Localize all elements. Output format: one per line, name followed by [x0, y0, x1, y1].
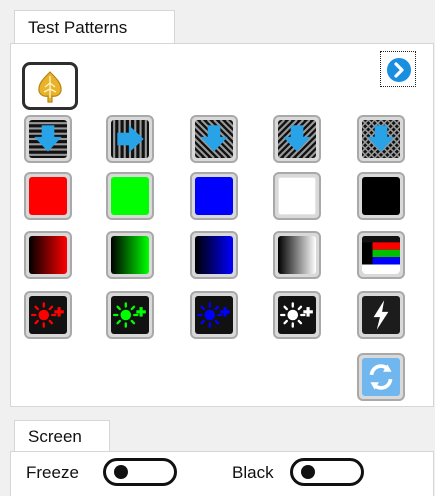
pattern-color-bars-button[interactable]	[357, 231, 405, 279]
pattern-horizontal-lines-down-button[interactable]	[24, 115, 72, 163]
pattern-gradient-blue-swatch	[195, 236, 233, 274]
pattern-brightness-blue-swatch	[195, 296, 233, 334]
pattern-solid-red-swatch	[29, 177, 67, 215]
pattern-gradient-gray-button[interactable]	[273, 231, 321, 279]
next-button[interactable]	[380, 51, 416, 87]
diagonal-lines-down-arrow-icon	[278, 120, 316, 158]
sun-plus-icon	[278, 296, 316, 334]
refresh-icon	[369, 364, 393, 390]
pattern-gradient-red-button[interactable]	[24, 231, 72, 279]
pattern-solid-white-swatch	[278, 177, 316, 215]
pattern-solid-blue-button[interactable]	[190, 172, 238, 220]
freeze-toggle[interactable]	[103, 458, 177, 486]
pattern-flash-button[interactable]	[357, 291, 405, 339]
pattern-crosshatch-button[interactable]	[357, 115, 405, 163]
pattern-brightness-blue-button[interactable]	[190, 291, 238, 339]
pattern-solid-white-button[interactable]	[273, 172, 321, 220]
pattern-gradient-green-button[interactable]	[106, 231, 154, 279]
chevron-right-circle-icon	[385, 56, 413, 84]
pattern-color-bars-swatch	[362, 236, 400, 274]
pattern-diagonal-lines-right-button[interactable]	[273, 115, 321, 163]
pattern-brightness-red-swatch	[29, 296, 67, 334]
refresh-tile-face	[362, 358, 400, 396]
pattern-crosshatch-swatch	[362, 120, 400, 158]
leaf-icon	[38, 71, 62, 103]
freeze-toggle-knob	[114, 465, 128, 479]
black-toggle[interactable]	[290, 458, 364, 486]
pattern-solid-black-button[interactable]	[357, 172, 405, 220]
horizontal-lines-down-arrow-icon	[29, 120, 67, 158]
pattern-diagonal-lines-left-swatch	[195, 120, 233, 158]
pattern-solid-green-swatch	[111, 177, 149, 215]
sun-plus-icon	[195, 296, 233, 334]
home-button[interactable]	[22, 62, 78, 110]
black-toggle-knob	[301, 465, 315, 479]
diagonal-lines-down-arrow-icon	[195, 120, 233, 158]
sun-plus-icon	[29, 296, 67, 334]
pattern-brightness-green-button[interactable]	[106, 291, 154, 339]
tab-test-patterns[interactable]: Test Patterns	[14, 10, 175, 44]
color-bars-icon	[362, 236, 400, 274]
pattern-brightness-green-swatch	[111, 296, 149, 334]
pattern-vertical-lines-right-swatch	[111, 120, 149, 158]
pattern-gradient-green-swatch	[111, 236, 149, 274]
pattern-solid-red-button[interactable]	[24, 172, 72, 220]
pattern-gradient-blue-button[interactable]	[190, 231, 238, 279]
pattern-brightness-white-button[interactable]	[273, 291, 321, 339]
sun-plus-icon	[111, 296, 149, 334]
pattern-horizontal-lines-down-swatch	[29, 120, 67, 158]
pattern-diagonal-lines-left-button[interactable]	[190, 115, 238, 163]
pattern-gradient-gray-swatch	[278, 236, 316, 274]
pattern-solid-black-swatch	[362, 177, 400, 215]
vertical-lines-right-arrow-icon	[111, 120, 149, 158]
pattern-flash-swatch	[362, 296, 400, 334]
pattern-gradient-red-swatch	[29, 236, 67, 274]
pattern-vertical-lines-right-button[interactable]	[106, 115, 154, 163]
pattern-diagonal-lines-right-swatch	[278, 120, 316, 158]
refresh-button[interactable]	[357, 353, 405, 401]
pattern-solid-blue-swatch	[195, 177, 233, 215]
pattern-solid-green-button[interactable]	[106, 172, 154, 220]
lightning-icon	[362, 296, 400, 334]
black-label: Black	[232, 463, 274, 482]
freeze-label: Freeze	[26, 463, 79, 482]
pattern-brightness-red-button[interactable]	[24, 291, 72, 339]
tab-screen[interactable]: Screen	[14, 420, 110, 452]
crosshatch-down-arrow-icon	[362, 120, 400, 158]
pattern-brightness-white-swatch	[278, 296, 316, 334]
